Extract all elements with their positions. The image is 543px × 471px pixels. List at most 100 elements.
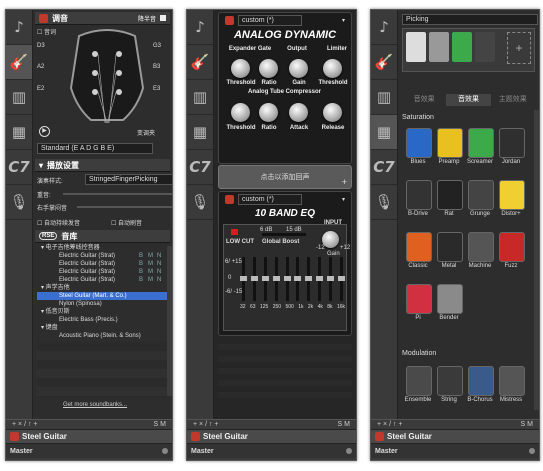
pedal-machine[interactable]: [468, 232, 494, 262]
string-label-b3[interactable]: B3: [153, 64, 160, 70]
eq-band-handle[interactable]: [327, 276, 334, 281]
guitar-icon[interactable]: 🎸: [6, 45, 32, 80]
library-scrollbar[interactable]: [534, 110, 539, 410]
master-volume-knob[interactable]: [162, 448, 168, 454]
comp-ratio-knob[interactable]: [259, 103, 278, 122]
pedal-classic[interactable]: [406, 232, 432, 262]
master-volume-knob[interactable]: [346, 448, 352, 454]
tree-item[interactable]: Acoustic Piano (Stein. & Sons): [37, 332, 169, 340]
eq-band-handle[interactable]: [316, 276, 324, 281]
tree-item[interactable]: Electric Guitar (Strat) B M N: [37, 252, 169, 260]
chord-icon[interactable]: C7: [371, 150, 397, 185]
eq-band-handle[interactable]: [240, 276, 247, 281]
pedal-icon[interactable]: ▦: [6, 115, 32, 150]
tab-3[interactable]: 主题效果: [491, 94, 535, 106]
track-toolbar[interactable]: + × / ↑ +: [12, 421, 38, 428]
string-label-e3[interactable]: E3: [153, 86, 160, 92]
pedal-b-drive[interactable]: [406, 180, 432, 210]
limiter-threshold-knob[interactable]: [323, 59, 342, 78]
tree-item[interactable]: Electric Guitar (Strat) B M N: [37, 268, 169, 276]
pedal-rat[interactable]: [437, 180, 463, 210]
comp-threshold-knob[interactable]: [231, 103, 250, 122]
pedal-grunge[interactable]: [468, 180, 494, 210]
string-label-a2[interactable]: A2: [37, 64, 44, 70]
tree-item[interactable]: Nylon (Spinosa): [37, 300, 169, 308]
pedal-blues[interactable]: [406, 128, 432, 158]
string-label-g3[interactable]: G3: [153, 43, 161, 49]
pedal-pi[interactable]: [406, 284, 432, 314]
comp-attack-knob[interactable]: [289, 103, 308, 122]
tab-1[interactable]: 音效果: [402, 94, 446, 106]
music-note-icon[interactable]: ♪: [371, 10, 397, 45]
preset-select-2[interactable]: custom (*): [238, 193, 302, 205]
chord-icon[interactable]: C7: [187, 150, 213, 185]
tuning-select[interactable]: Standard (E A D G B E): [37, 143, 153, 154]
guitar-icon[interactable]: 🎸: [187, 45, 213, 80]
pedal-mistress[interactable]: [499, 366, 525, 396]
eq-band-slider[interactable]: [272, 257, 280, 301]
pedal-bender[interactable]: [437, 284, 463, 314]
mute-button[interactable]: M: [344, 421, 350, 428]
tree-item[interactable]: Electric Bass (Precis.): [37, 316, 169, 324]
eq-band-slider[interactable]: [337, 257, 345, 301]
eq-band-handle[interactable]: [250, 276, 258, 281]
eq-band-slider[interactable]: [327, 257, 334, 301]
guitar-icon[interactable]: 🎸: [371, 45, 397, 80]
amp-icon[interactable]: ▥: [187, 80, 213, 115]
expander-ratio-knob[interactable]: [259, 59, 278, 78]
microphone-icon[interactable]: 🎙: [187, 185, 213, 220]
eq-band-handle[interactable]: [305, 276, 313, 281]
half-step-checkbox[interactable]: [160, 15, 166, 21]
microphone-icon[interactable]: 🎙: [371, 185, 397, 220]
mute-button[interactable]: M: [527, 421, 533, 428]
unit-menu-icon[interactable]: ▾: [342, 196, 345, 203]
track-row[interactable]: Steel Guitar: [187, 429, 356, 444]
track-row[interactable]: Steel Guitar: [371, 429, 539, 444]
pedal-fuzz[interactable]: [499, 232, 525, 262]
eq-band-handle[interactable]: [337, 276, 345, 281]
play-icon[interactable]: ▶: [39, 126, 50, 137]
capo-label[interactable]: 变调夹: [137, 128, 155, 137]
solo-button[interactable]: S: [338, 421, 343, 428]
accent-slider[interactable]: [63, 193, 172, 195]
track-toolbar[interactable]: + × / ↑ +: [193, 421, 219, 428]
eq-band-slider[interactable]: [316, 257, 324, 301]
play-style-select[interactable]: StringedFingerPicking: [85, 174, 172, 185]
expander-threshold-knob[interactable]: [231, 59, 250, 78]
eq-band-handle[interactable]: [283, 276, 291, 281]
pedal-screamer[interactable]: [468, 128, 494, 158]
preset-select-1[interactable]: custom (*): [238, 14, 302, 26]
mute-button[interactable]: M: [160, 421, 166, 428]
pedal-b-chorus[interactable]: [468, 366, 494, 396]
eq-band-slider[interactable]: [294, 257, 302, 301]
tree-item[interactable]: Electric Guitar (Strat) B M N: [37, 276, 169, 284]
pedal-distor-[interactable]: [499, 180, 525, 210]
chain-pedal-2[interactable]: [429, 32, 449, 62]
eq-band-slider[interactable]: [250, 257, 258, 301]
solo-button[interactable]: S: [521, 421, 526, 428]
pedal-metal[interactable]: [437, 232, 463, 262]
pedal-ensemble[interactable]: [406, 366, 432, 396]
collapse-icon[interactable]: ▾: [39, 161, 43, 170]
global-boost-slider[interactable]: [262, 233, 306, 236]
string-label-d3[interactable]: D3: [37, 43, 45, 49]
microphone-icon[interactable]: 🎙: [6, 185, 32, 220]
unit-menu-icon[interactable]: ▾: [342, 17, 345, 24]
tree-category[interactable]: ▾ 声学吉他: [37, 284, 169, 292]
track-row[interactable]: Steel Guitar: [6, 429, 172, 444]
eq-band-slider[interactable]: [261, 257, 269, 301]
amp-icon[interactable]: ▥: [371, 80, 397, 115]
tree-category[interactable]: ▾ 低音贝斯: [37, 308, 169, 316]
tree-item[interactable]: Steel Guitar (Mart. & Co.): [37, 292, 169, 300]
master-row[interactable]: Master: [6, 444, 172, 458]
pedal-jordan[interactable]: [499, 128, 525, 158]
eq-band-slider[interactable]: [305, 257, 313, 301]
amp-icon[interactable]: ▥: [6, 80, 32, 115]
tree-category[interactable]: ▾ 电子吉他筹线控音器: [37, 244, 169, 252]
tab-2[interactable]: 音效果: [446, 94, 491, 106]
auto-let-ring-checkbox[interactable]: ☐ 自动持续发音: [37, 218, 80, 227]
tree-category[interactable]: ▾ 键盘: [37, 324, 169, 332]
pedal-icon[interactable]: ▦: [187, 115, 213, 150]
palm-mute-slider[interactable]: [77, 206, 172, 208]
chain-pedal-1[interactable]: [406, 32, 426, 62]
